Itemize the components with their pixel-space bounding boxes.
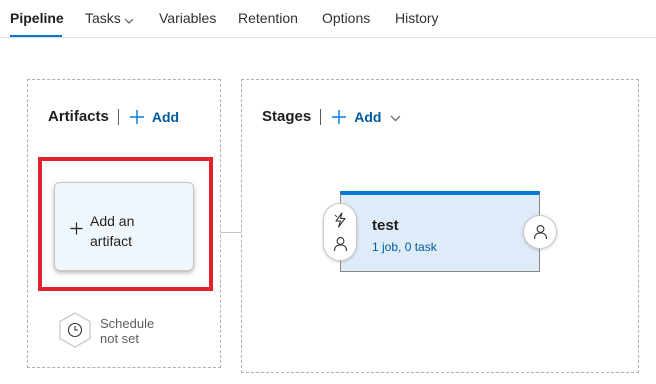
card-line-1: Add an [90, 213, 135, 229]
schedule-line-2: not set [100, 331, 140, 346]
tab-history[interactable]: History [395, 10, 439, 26]
add-artifact-card[interactable]: Add an artifact [54, 182, 194, 271]
add-artifact-label: Add [151, 108, 180, 125]
tab-pipeline[interactable]: Pipeline [10, 10, 64, 26]
stage-job-summary-link[interactable]: 1 job, 0 task [372, 240, 437, 254]
lightning-icon [333, 212, 348, 233]
add-artifact-link[interactable]: Add [129, 109, 179, 125]
stage-name: test [372, 217, 399, 234]
add-artifact-card-text: Add an artifact [90, 211, 180, 251]
tab-bar: Pipeline Tasks Variables Retention Optio… [0, 0, 656, 38]
schedule-trigger[interactable]: Schedule not set [58, 312, 178, 348]
stages-header: Stages Add [262, 108, 401, 125]
clock-icon [58, 312, 92, 353]
post-deployment-conditions-button[interactable] [523, 215, 557, 249]
plus-icon [70, 222, 83, 240]
active-tab-indicator [10, 35, 62, 37]
header-divider [117, 108, 119, 125]
person-icon [333, 236, 348, 257]
add-stage-link[interactable]: Add [331, 109, 401, 125]
schedule-text: Schedule not set [100, 316, 180, 346]
artifacts-title: Artifacts [48, 108, 109, 125]
person-icon [533, 224, 548, 245]
schedule-line-1: Schedule [100, 316, 155, 331]
tab-variables[interactable]: Variables [159, 10, 216, 26]
chevron-down-icon [124, 11, 134, 27]
tab-retention[interactable]: Retention [238, 10, 298, 26]
plus-icon [129, 109, 145, 125]
artifacts-header: Artifacts Add [48, 108, 179, 125]
stage-card[interactable]: test 1 job, 0 task [340, 191, 540, 272]
tab-options[interactable]: Options [322, 10, 370, 26]
stages-title: Stages [262, 108, 312, 125]
card-line-2: artifact [90, 233, 133, 249]
plus-icon [331, 109, 347, 125]
pre-deployment-conditions-button[interactable] [323, 203, 357, 261]
chevron-down-icon [390, 109, 401, 125]
add-stage-label: Add [354, 108, 382, 125]
tab-tasks[interactable]: Tasks [85, 10, 134, 27]
header-divider [320, 108, 322, 125]
tab-tasks-label: Tasks [85, 10, 121, 26]
